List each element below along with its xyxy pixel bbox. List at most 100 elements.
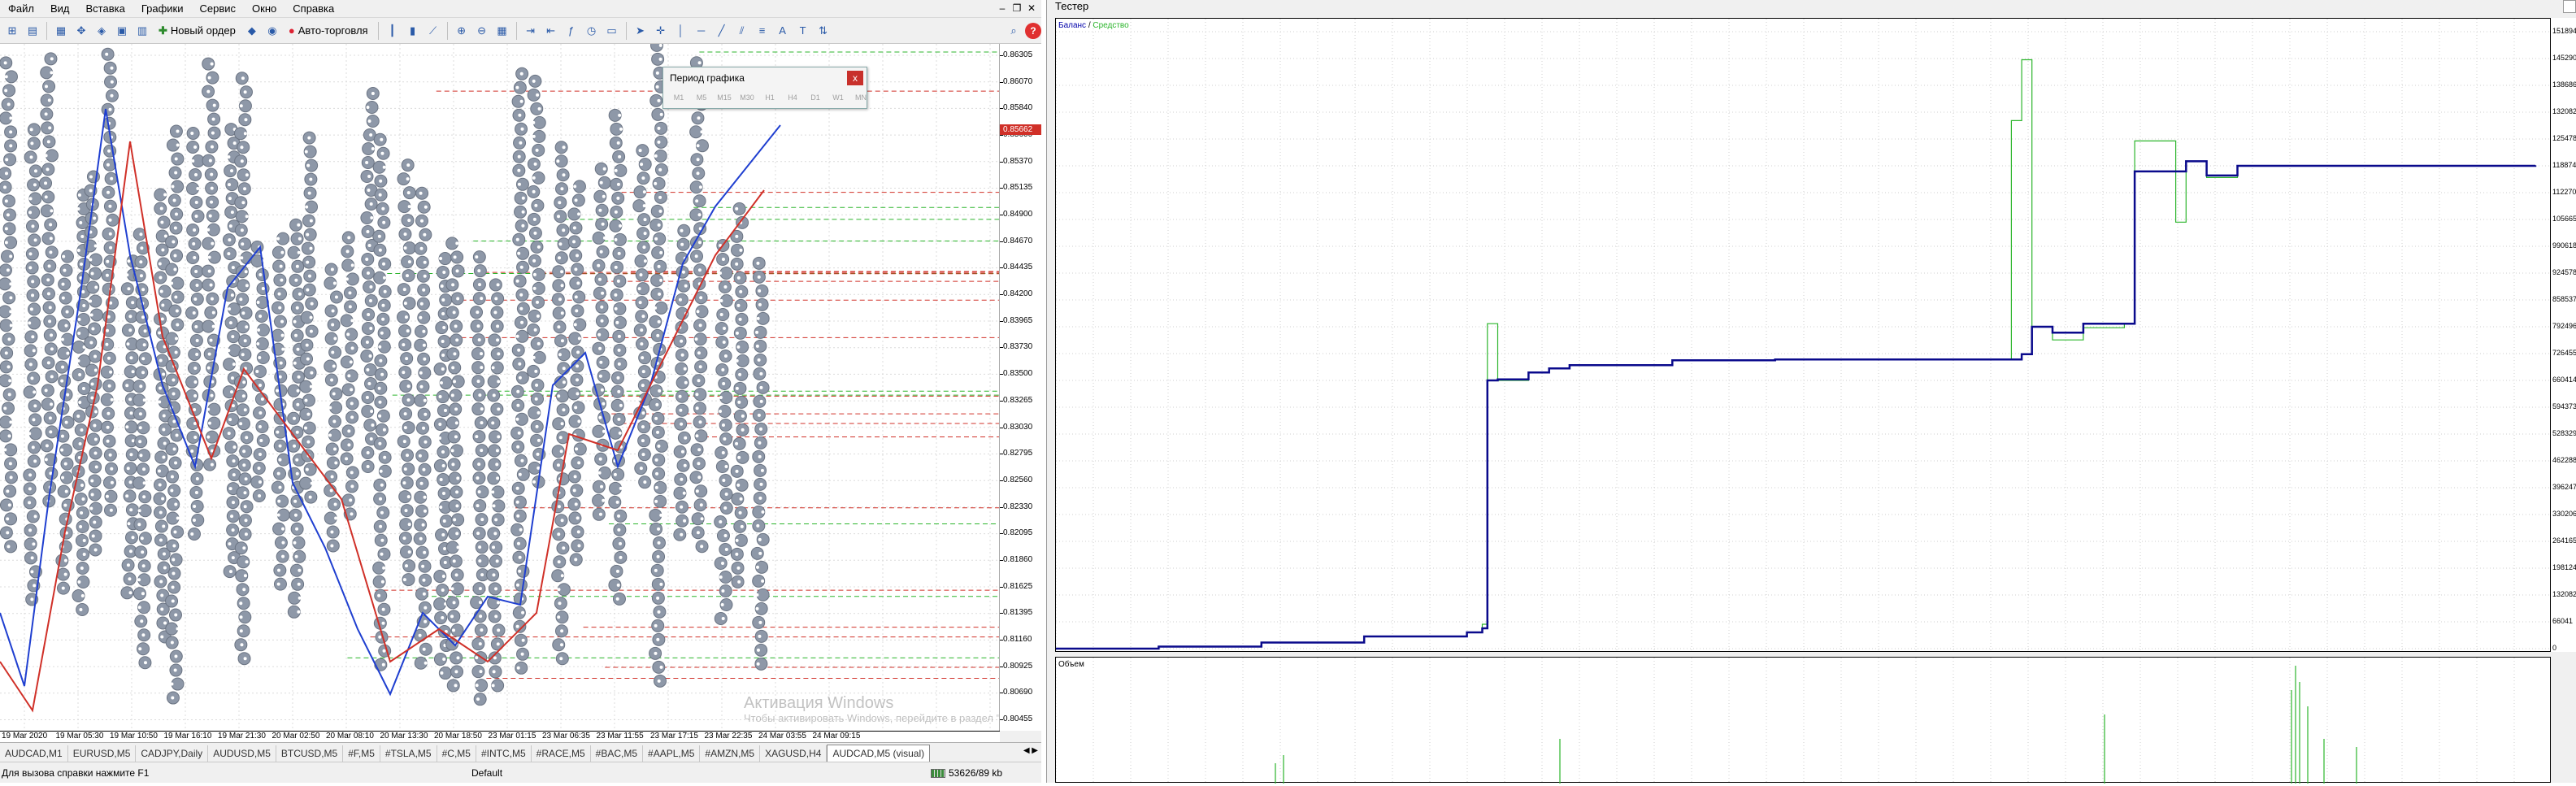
fibonacci-icon[interactable]: ≡ (754, 22, 771, 40)
timeframe-h1[interactable]: H1 (759, 93, 780, 102)
chart-tab[interactable]: BTCUSD,M5 (276, 745, 344, 762)
chart-shift-icon[interactable]: ⇤ (542, 22, 560, 40)
price-label: 0.81625 (1003, 581, 1033, 591)
metaeditor-icon[interactable]: ◆ (243, 22, 261, 40)
navigator-icon[interactable]: ◈ (93, 22, 111, 40)
equidistant-channel-icon[interactable]: ⫽ (733, 22, 751, 40)
chart-tab[interactable]: #BAC,M5 (591, 745, 644, 762)
chart-tab[interactable]: #F,M5 (343, 745, 380, 762)
chart-tab[interactable]: XAGUSD,H4 (760, 745, 828, 762)
arrows-icon[interactable]: ⇅ (815, 22, 832, 40)
vertical-line-icon[interactable]: │ (672, 22, 690, 40)
tester-close-icon[interactable] (2563, 0, 2576, 13)
price-chart[interactable]: Активация Windows Чтобы активировать Win… (0, 44, 1000, 731)
toolbar-separator (377, 21, 379, 40)
new-chart-icon[interactable]: ⊞ (3, 22, 21, 40)
close-icon[interactable]: ✕ (1025, 2, 1038, 15)
chart-tab[interactable]: #RACE,M5 (532, 745, 591, 762)
timeframe-m30[interactable]: M30 (736, 93, 758, 102)
horizontal-line-icon[interactable]: ─ (693, 22, 710, 40)
price-label: 0.84200 (1003, 289, 1033, 299)
menu-help[interactable]: Справка (285, 0, 342, 18)
period-popup-title: Период графика (670, 72, 745, 84)
templates-icon[interactable]: ▭ (603, 22, 621, 40)
indicators-icon[interactable]: ƒ (563, 22, 580, 40)
menu-window[interactable]: Окно (244, 0, 285, 18)
balance-axis: 1518945 1452904 1386863 1320822 1254781 11887… (2551, 18, 2576, 652)
legend-balance: Баланс (1058, 21, 1087, 30)
volume-chart (1055, 657, 2551, 784)
time-label: 20 Mar 13:30 (380, 732, 428, 740)
bar-chart-icon[interactable]: ┃ (384, 22, 402, 40)
balance-axis-label: 858537 (2552, 295, 2576, 303)
cursor-icon[interactable]: ➤ (632, 22, 649, 40)
price-label: 0.85135 (1003, 183, 1033, 193)
candles-icon[interactable]: ▮ (404, 22, 422, 40)
terminal-icon[interactable]: ▣ (113, 22, 131, 40)
line-chart-icon[interactable]: ⟋ (424, 22, 442, 40)
menu-view[interactable]: Вид (42, 0, 78, 18)
timeframe-m1[interactable]: M1 (668, 93, 689, 102)
trendline-icon[interactable]: ╱ (713, 22, 731, 40)
chart-tab[interactable]: #C,M5 (437, 745, 476, 762)
time-axis: 19 Mar 2020 19 Mar 05:30 19 Mar 10:50 19 Ma… (0, 731, 1000, 742)
time-label: 24 Mar 09:15 (812, 732, 861, 740)
time-label: 20 Mar 02:50 (272, 732, 320, 740)
price-label: 0.83265 (1003, 395, 1033, 405)
chart-tab[interactable]: #TSLA,M5 (380, 745, 437, 762)
timeframe-m15[interactable]: M15 (714, 93, 735, 102)
data-window-icon[interactable]: ✥ (72, 22, 90, 40)
periods-icon[interactable]: ◷ (583, 22, 601, 40)
restore-icon[interactable]: ❐ (1010, 2, 1023, 15)
minimize-icon[interactable]: – (996, 2, 1009, 15)
timeframe-mn[interactable]: MN (850, 93, 871, 102)
chart-tab[interactable]: AUDCAD,M5 (visual) (827, 745, 931, 762)
market-watch-icon[interactable]: ▦ (52, 22, 70, 40)
period-popup-close-button[interactable]: x (847, 71, 863, 85)
menu-tools[interactable]: Сервис (192, 0, 245, 18)
chart-tab[interactable]: #AMZN,M5 (700, 745, 761, 762)
crosshair-icon[interactable]: ✛ (652, 22, 670, 40)
timeframe-d1[interactable]: D1 (805, 93, 826, 102)
menu-file[interactable]: Файл (0, 0, 42, 18)
balance-axis-label: 132082 (2552, 590, 2576, 598)
search-icon[interactable]: ⌕ (1005, 22, 1023, 40)
chart-tab[interactable]: AUDCAD,M1 (0, 745, 68, 762)
price-label: 0.81395 (1003, 608, 1033, 618)
toolbar-separator (46, 21, 47, 40)
chart-tab[interactable]: #INTC,M5 (476, 745, 532, 762)
chart-tab[interactable]: #AAPL,M5 (643, 745, 701, 762)
balance-legend: Баланс / Средство (1058, 21, 1129, 30)
balance-axis-label: 990618 (2552, 241, 2576, 250)
tester-icon[interactable]: ▥ (133, 22, 151, 40)
help-badge[interactable]: ? (1025, 22, 1041, 39)
autoscroll-icon[interactable]: ⇥ (522, 22, 540, 40)
time-label: 19 Mar 16:10 (163, 732, 212, 740)
timeframe-w1[interactable]: W1 (828, 93, 849, 102)
new-order-icon: ✚ (159, 24, 167, 37)
new-order-button[interactable]: ✚ Новый ордер (154, 21, 241, 41)
zoom-in-icon[interactable]: ⊕ (453, 22, 471, 40)
chart-tab[interactable]: EURUSD,M5 (68, 745, 137, 762)
time-label: 23 Mar 01:15 (488, 732, 536, 740)
tile-windows-icon[interactable]: ▦ (493, 22, 511, 40)
chart-tab[interactable]: AUDUSD,M5 (208, 745, 276, 762)
label-icon[interactable]: T (794, 22, 812, 40)
time-label: 20 Mar 18:50 (434, 732, 482, 740)
text-icon[interactable]: A (774, 22, 792, 40)
signals-icon[interactable]: ◉ (263, 22, 281, 40)
tester-title: Тестер (1055, 0, 1089, 12)
time-label: 23 Mar 11:55 (596, 732, 644, 740)
chart-tab[interactable]: CADJPY,Daily (136, 745, 209, 762)
menu-insert[interactable]: Вставка (78, 0, 133, 18)
menu-charts[interactable]: Графики (133, 0, 192, 18)
price-label: 0.82560 (1003, 475, 1033, 484)
timeframe-m5[interactable]: M5 (691, 93, 712, 102)
timeframe-h4[interactable]: H4 (782, 93, 803, 102)
zoom-out-icon[interactable]: ⊖ (473, 22, 491, 40)
tab-scroll-arrows-icon[interactable]: ◀ ▶ (1023, 746, 1038, 755)
price-label: 0.84900 (1003, 210, 1033, 219)
balance-axis-label: 330206 (2552, 510, 2576, 518)
autotrading-button[interactable]: ● Авто-торговля (284, 21, 373, 41)
profiles-icon[interactable]: ▤ (24, 22, 41, 40)
